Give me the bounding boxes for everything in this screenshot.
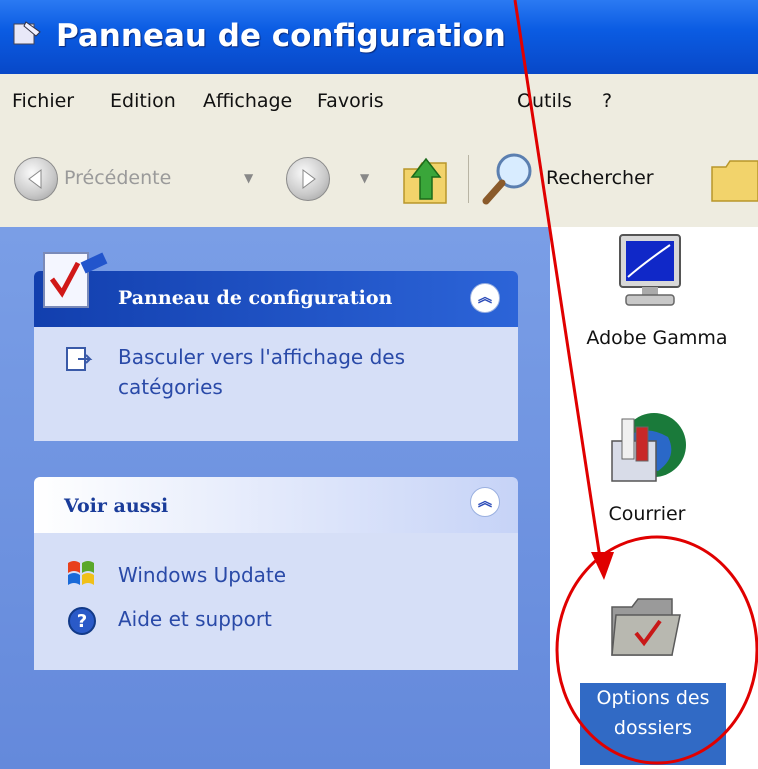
annotation-overlay [513,0,758,765]
annotation-circle [555,535,758,765]
annotation-arrow-line [513,0,602,559]
